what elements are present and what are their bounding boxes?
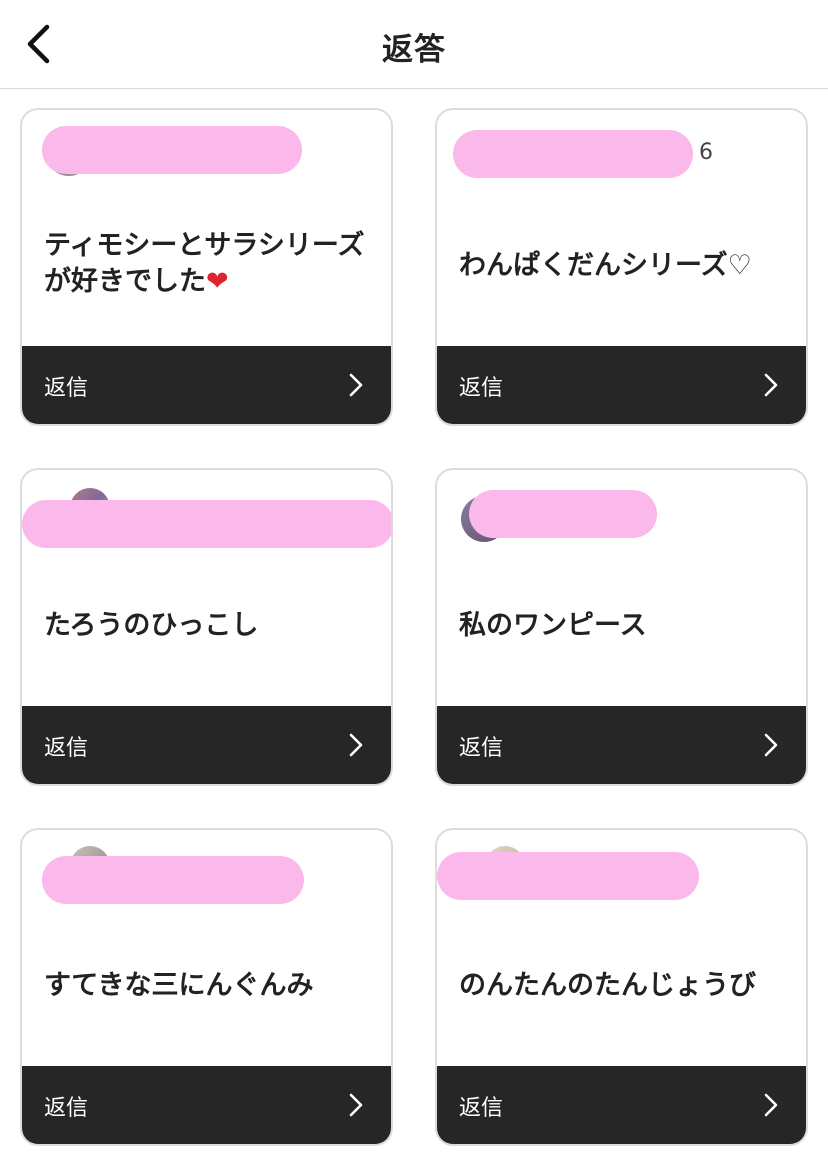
answer-card: たろうのひっこし 返信 — [20, 468, 393, 786]
answer-card: 6 わんぱくだんシリーズ♡ 返信 — [435, 108, 808, 426]
answer-text: のんたんのたんじょうび — [459, 970, 756, 1001]
heart-emoji-icon: ❤ — [206, 266, 229, 297]
page-title: 返答 — [382, 32, 446, 68]
reply-label: 返信 — [459, 1096, 504, 1121]
user-row[interactable] — [42, 126, 374, 186]
redaction-mask — [437, 852, 699, 900]
reply-label: 返信 — [44, 736, 89, 761]
redaction-mask — [42, 856, 304, 904]
answer-text: たろうのひっこし — [44, 610, 259, 641]
reply-button[interactable]: 返信 — [437, 1066, 806, 1144]
reply-label: 返信 — [44, 376, 89, 401]
answer-text: わんぱくだんシリーズ♡ — [459, 250, 752, 281]
user-row[interactable]: 6 — [453, 126, 789, 186]
redaction-mask — [22, 500, 391, 548]
reply-label: 返信 — [459, 736, 504, 761]
chevron-right-icon — [764, 733, 778, 757]
chevron-right-icon — [349, 373, 363, 397]
redaction-mask — [42, 126, 302, 174]
answer-body: ティモシーとサラシリーズが好きでした — [44, 230, 365, 297]
reply-button[interactable]: 返信 — [437, 346, 806, 424]
user-row[interactable] — [459, 486, 789, 546]
answer-card: 私のワンピース 返信 — [435, 468, 808, 786]
top-bar: 返答 — [0, 0, 828, 89]
chevron-right-icon — [349, 1093, 363, 1117]
answer-text: ティモシーとサラシリーズが好きでした❤ — [44, 228, 374, 300]
chevron-right-icon — [764, 373, 778, 397]
answer-card: ティモシーとサラシリーズが好きでした❤ 返信 — [20, 108, 393, 426]
reply-label: 返信 — [459, 376, 504, 401]
username[interactable]: 6 — [699, 140, 713, 165]
chevron-right-icon — [764, 1093, 778, 1117]
user-row[interactable] — [22, 486, 391, 548]
answer-card: のんたんのたんじょうび 返信 — [435, 828, 808, 1146]
reply-button[interactable]: 返信 — [437, 706, 806, 784]
reply-button[interactable]: 返信 — [22, 346, 391, 424]
reply-button[interactable]: 返信 — [22, 706, 391, 784]
reply-label: 返信 — [44, 1096, 89, 1121]
answers-grid: ティモシーとサラシリーズが好きでした❤ 返信 6 わんぱくだんシリーズ♡ 返信 — [20, 108, 808, 1146]
answer-text: 私のワンピース — [459, 610, 647, 641]
user-row[interactable] — [42, 846, 374, 906]
redaction-mask — [453, 130, 693, 178]
user-row[interactable] — [437, 846, 789, 906]
chevron-right-icon — [349, 733, 363, 757]
answer-text: すてきな三にんぐんみ — [44, 970, 314, 1001]
redaction-mask — [469, 490, 657, 538]
reply-button[interactable]: 返信 — [22, 1066, 391, 1144]
answer-card: すてきな三にんぐんみ 返信 — [20, 828, 393, 1146]
